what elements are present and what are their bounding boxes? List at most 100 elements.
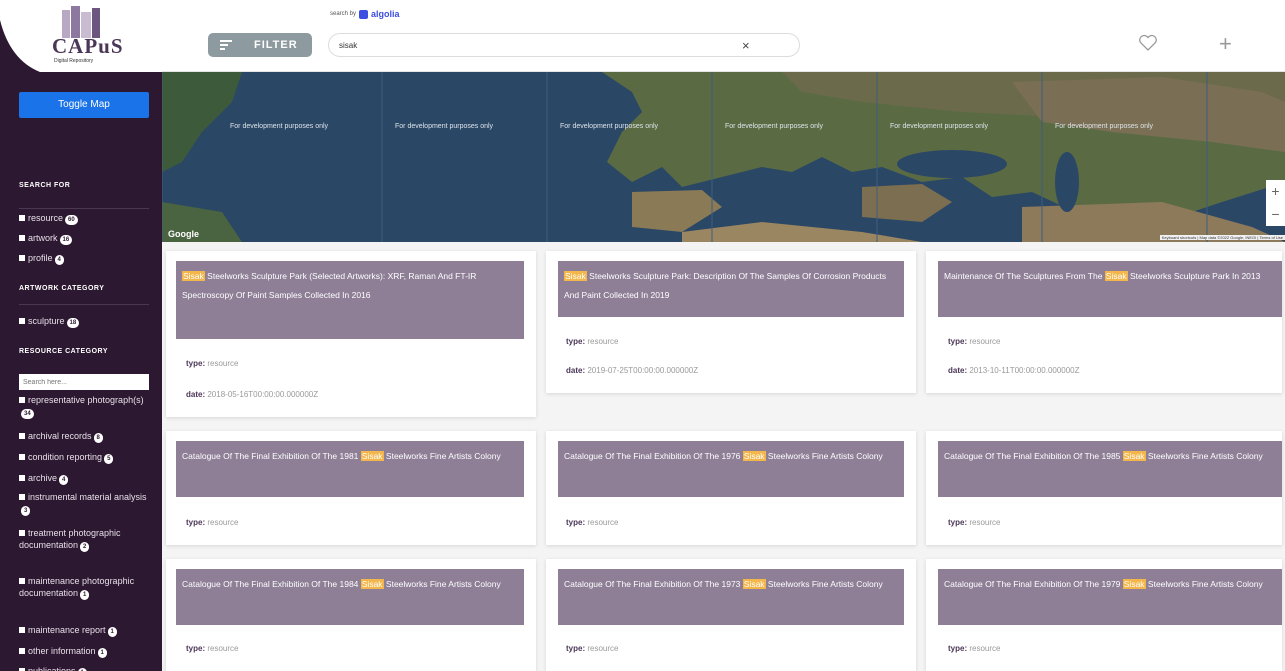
- facet-other-information[interactable]: other information 1: [19, 645, 154, 658]
- resource-category-search-input[interactable]: [19, 374, 149, 390]
- facet-resource[interactable]: resource 60: [19, 212, 154, 225]
- result-card-title[interactable]: Sisak Steelworks Sculpture Park: Descrip…: [558, 261, 904, 317]
- count-badge: 8: [93, 433, 103, 443]
- result-card[interactable]: Catalogue Of The Final Exhibition Of The…: [166, 559, 536, 671]
- checkbox-icon: [19, 627, 25, 633]
- result-type: type: resource: [566, 337, 619, 346]
- result-card-title[interactable]: Catalogue Of The Final Exhibition Of The…: [176, 569, 524, 625]
- plus-icon[interactable]: +: [1219, 31, 1232, 57]
- checkbox-icon: [19, 235, 25, 241]
- count-badge: 34: [21, 409, 34, 419]
- map-dev-watermark: For development purposes only: [1055, 123, 1154, 130]
- facet-archive[interactable]: archive 4: [19, 472, 154, 485]
- result-type: type: resource: [186, 359, 239, 368]
- checkbox-icon: [19, 255, 25, 261]
- result-type: type: resource: [186, 644, 239, 653]
- map-dev-watermark: For development purposes only: [395, 123, 494, 130]
- divider: [19, 304, 149, 305]
- result-card-title[interactable]: Catalogue Of The Final Exhibition Of The…: [558, 441, 904, 497]
- search-input[interactable]: [328, 33, 800, 57]
- top-header: CAPuS Digital Repository FILTER search b…: [0, 0, 1285, 72]
- algolia-icon: [359, 9, 369, 19]
- artwork-category-heading: ARTWORK CATEGORY: [19, 285, 105, 292]
- count-badge: 16: [59, 235, 73, 245]
- map-attribution[interactable]: Keyboard shortcuts | Map data ©2022 Goog…: [1159, 235, 1285, 240]
- toggle-map-button[interactable]: Toggle Map: [19, 92, 149, 118]
- checkbox-icon: [19, 648, 25, 654]
- facet-artwork[interactable]: artwork 16: [19, 232, 154, 245]
- close-icon[interactable]: ×: [742, 38, 750, 53]
- search-highlight: Sisak: [1104, 271, 1128, 281]
- search-by-label: search by: [330, 11, 357, 17]
- count-badge: 1: [97, 648, 107, 658]
- filter-button[interactable]: FILTER: [208, 33, 312, 57]
- count-badge: 5: [104, 454, 114, 464]
- facet-profile[interactable]: profile 4: [19, 252, 154, 265]
- checkbox-icon: [19, 475, 25, 481]
- search-highlight: Sisak: [182, 271, 205, 281]
- result-type: type: resource: [186, 518, 239, 527]
- count-badge: 4: [54, 255, 64, 265]
- search-by-algolia: search by algolia: [330, 9, 400, 19]
- google-logo: Google: [168, 229, 199, 239]
- result-card-title[interactable]: Catalogue Of The Final Exhibition Of The…: [938, 569, 1282, 625]
- map-dev-watermark: For development purposes only: [725, 123, 824, 130]
- facet-representative-photographs[interactable]: representative photograph(s)34: [19, 394, 154, 419]
- checkbox-icon: [19, 530, 25, 536]
- result-card[interactable]: Sisak Steelworks Sculpture Park (Selecte…: [166, 251, 536, 417]
- result-card-title[interactable]: Sisak Steelworks Sculpture Park (Selecte…: [176, 261, 524, 339]
- filter-sidebar: Toggle Map SEARCH FOR resource 60 artwork…: [0, 72, 162, 671]
- heart-icon[interactable]: [1138, 34, 1158, 52]
- result-card[interactable]: Sisak Steelworks Sculpture Park: Descrip…: [546, 251, 916, 393]
- result-type: type: resource: [566, 644, 619, 653]
- search-highlight: Sisak: [742, 579, 766, 589]
- facet-publications[interactable]: publications1: [19, 665, 154, 671]
- facet-sculpture[interactable]: sculpture 18: [19, 315, 154, 328]
- facet-maintenance-photographic-documentation[interactable]: maintenance photographic documentation 1: [19, 575, 154, 600]
- logo[interactable]: CAPuS Digital Repository: [0, 0, 162, 72]
- count-badge: 60: [65, 215, 78, 225]
- checkbox-icon: [19, 397, 25, 403]
- search-highlight: Sisak: [360, 579, 384, 589]
- search-highlight: Sisak: [1122, 579, 1146, 589]
- zoom-out-button[interactable]: −: [1266, 203, 1285, 226]
- count-badge: 4: [59, 475, 69, 485]
- checkbox-icon: [19, 318, 25, 324]
- count-badge: 18: [66, 318, 80, 328]
- zoom-in-button[interactable]: +: [1266, 180, 1285, 203]
- result-card[interactable]: Maintenance Of The Sculptures From The S…: [926, 251, 1282, 393]
- search-highlight: Sisak: [742, 451, 766, 461]
- facet-treatment-photographic-documentation[interactable]: treatment photographic documentation 2: [19, 527, 154, 552]
- checkbox-icon: [19, 454, 25, 460]
- result-date: date: 2019-07-25T00:00:00.000000Z: [566, 366, 699, 375]
- count-badge: 2: [80, 542, 90, 552]
- result-card[interactable]: Catalogue Of The Final Exhibition Of The…: [926, 559, 1282, 671]
- map-terrain: [162, 72, 1285, 242]
- facet-archival-records[interactable]: archival records 8: [19, 430, 154, 443]
- result-type: type: resource: [948, 518, 1001, 527]
- map-dev-watermark: For development purposes only: [890, 123, 989, 130]
- result-type: type: resource: [948, 644, 1001, 653]
- result-card[interactable]: Catalogue Of The Final Exhibition Of The…: [926, 431, 1282, 545]
- facet-instrumental-material-analysis[interactable]: instrumental material analysis3: [19, 491, 154, 516]
- result-card[interactable]: Catalogue Of The Final Exhibition Of The…: [546, 431, 916, 545]
- result-date: date: 2018-05-16T00:00:00.000000Z: [186, 390, 319, 399]
- result-card[interactable]: Catalogue Of The Final Exhibition Of The…: [166, 431, 536, 545]
- count-badge: 3: [21, 506, 31, 516]
- filter-lines-icon: [220, 40, 232, 50]
- checkbox-icon: [19, 494, 25, 500]
- result-card-title[interactable]: Catalogue Of The Final Exhibition Of The…: [938, 441, 1282, 497]
- facet-condition-reporting[interactable]: condition reporting 5: [19, 451, 154, 464]
- checkbox-icon: [19, 215, 25, 221]
- result-card-title[interactable]: Catalogue Of The Final Exhibition Of The…: [558, 569, 904, 625]
- result-date: date: 2013-10-11T00:00:00.000000Z: [948, 366, 1080, 375]
- results-map[interactable]: For development purposes only For develo…: [162, 72, 1285, 242]
- result-type: type: resource: [948, 337, 1001, 346]
- logo-subtitle: Digital Repository: [54, 58, 94, 64]
- result-card[interactable]: Catalogue Of The Final Exhibition Of The…: [546, 559, 916, 671]
- checkbox-icon: [19, 578, 25, 584]
- result-card-title[interactable]: Catalogue Of The Final Exhibition Of The…: [176, 441, 524, 497]
- divider: [19, 208, 149, 209]
- result-card-title[interactable]: Maintenance Of The Sculptures From The S…: [938, 261, 1282, 317]
- facet-maintenance-report[interactable]: maintenance report 1: [19, 624, 154, 637]
